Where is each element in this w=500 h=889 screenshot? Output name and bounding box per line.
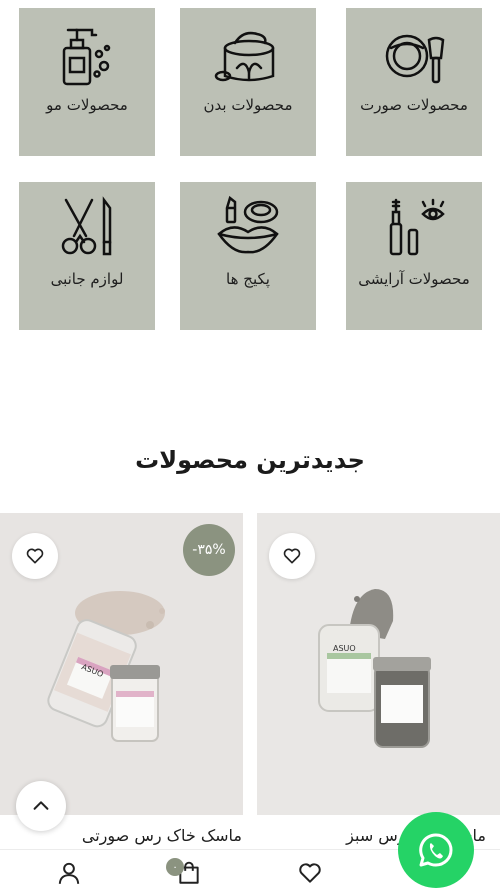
category-face-products[interactable]: محصولات صورت (346, 8, 482, 156)
whatsapp-button[interactable] (398, 812, 474, 888)
account-button[interactable] (52, 856, 86, 889)
whatsapp-icon (419, 833, 453, 867)
category-label: محصولات صورت (360, 96, 468, 114)
chevron-up-icon (33, 801, 49, 810)
product-card-pink-clay[interactable]: ASUO -۳۵% (0, 513, 243, 815)
category-body-products[interactable]: محصولات بدن (180, 8, 316, 156)
user-icon (58, 862, 80, 884)
product-card-green-clay[interactable]: ASUO (257, 513, 500, 815)
scroll-top-button[interactable] (16, 781, 66, 831)
section-title: جدیدترین محصولات (135, 446, 365, 474)
makeup-products-icon (389, 198, 445, 256)
heart-icon (283, 548, 301, 564)
category-label: محصولات مو (46, 96, 128, 114)
category-accessories[interactable]: لوازم جانبی (19, 182, 155, 330)
category-label: محصولات بدن (203, 96, 293, 114)
product-name[interactable]: ماسک خاک رس صورتی (82, 826, 242, 845)
accessories-icon (61, 196, 112, 256)
wishlist-button[interactable] (269, 533, 315, 579)
category-label: پکیج ها (226, 270, 270, 288)
discount-badge: -۳۵% (183, 524, 235, 576)
jar-brand: ASUO (333, 644, 356, 653)
cart-count-badge: ۰ (166, 858, 184, 876)
category-hair-products[interactable]: محصولات مو (19, 8, 155, 156)
category-makeup-products[interactable]: محصولات آرایشی (346, 182, 482, 330)
hair-products-icon (62, 28, 111, 86)
page: محصولات مو محصولات بدن محصولات صورت لواز… (0, 0, 500, 889)
heart-icon (26, 548, 44, 564)
category-label: محصولات آرایشی (358, 270, 470, 288)
category-label: لوازم جانبی (50, 270, 124, 288)
face-products-icon (385, 34, 445, 84)
wishlist-button[interactable] (12, 533, 58, 579)
heart-icon (299, 863, 321, 883)
category-packages[interactable]: پکیج ها (180, 182, 316, 330)
cart-button[interactable]: ۰ (166, 856, 206, 889)
body-products-icon (214, 31, 275, 82)
packages-icon (217, 195, 279, 254)
wishlist-nav-button[interactable] (293, 856, 327, 889)
